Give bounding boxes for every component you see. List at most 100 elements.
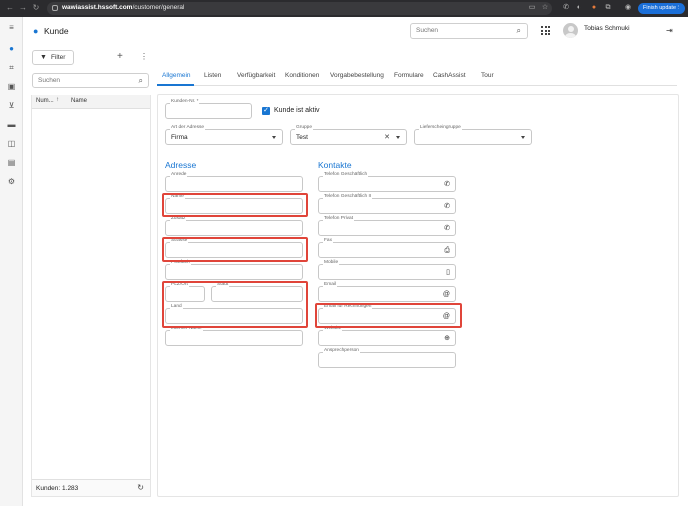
scan-icon[interactable]: ⌗	[6, 62, 17, 73]
tab-listen[interactable]: Listen	[204, 72, 221, 79]
active-checkbox[interactable]: ✓	[262, 107, 270, 115]
tab-tour[interactable]: Tour	[481, 72, 494, 79]
cart-icon[interactable]: ⊻	[6, 100, 17, 111]
browser-toolbar: ← → ↻ wawiassist.hssoft.com/customer/gen…	[0, 0, 688, 17]
tab-konditionen[interactable]: Konditionen	[285, 72, 319, 79]
clear-icon[interactable]: ✕	[384, 133, 390, 142]
col-name-header[interactable]: Name	[71, 98, 87, 104]
profile-icon[interactable]: ◉	[624, 4, 632, 12]
filter-icon: ▼	[40, 54, 47, 61]
chevron-down-icon[interactable]	[396, 136, 400, 139]
list-search-input[interactable]	[38, 77, 128, 84]
tab-vorgabebestellung[interactable]: Vorgabebestellung	[330, 72, 384, 79]
customer-number-field[interactable]: Kunden-Nr. *	[165, 99, 252, 119]
book-icon[interactable]: ◫	[6, 138, 17, 149]
email-field[interactable]: Email @	[318, 282, 456, 302]
reload-icon[interactable]: ↻	[31, 3, 41, 13]
internal-name-field[interactable]: Interner Name	[165, 326, 303, 346]
refresh-icon[interactable]: ↻	[137, 483, 144, 492]
globe-icon: ⊕	[444, 335, 450, 342]
more-options-icon[interactable]: ⋮	[140, 52, 148, 62]
gear-icon[interactable]: ⚙	[6, 176, 17, 187]
address-section-title: Adresse	[165, 160, 197, 170]
chevron-down-icon[interactable]	[521, 136, 525, 139]
address-type-select[interactable]: Art der Adresse Firma	[165, 125, 283, 145]
filter-button[interactable]: ▼ Filter	[32, 50, 74, 65]
website-label: Website	[323, 326, 343, 332]
extension-icon[interactable]: ◐	[575, 4, 583, 12]
nav-rail: ≡ ● ⌗ ▣ ⊻ ▬ ◫ ▤ ⚙	[0, 17, 23, 506]
finish-update-button[interactable]: Finish update ⋮	[638, 3, 685, 14]
contact-person-label: Ansprechperson	[323, 348, 360, 354]
filter-label: Filter	[51, 54, 66, 61]
group-value: Test	[296, 134, 308, 141]
zip-field[interactable]: PLZ/Ort	[165, 282, 205, 302]
delivery-group-label: Lieferscheingruppe	[419, 125, 462, 131]
col-number-header[interactable]: Num...	[36, 98, 54, 104]
forward-icon[interactable]: →	[18, 3, 28, 13]
global-search-input[interactable]	[416, 27, 506, 34]
back-icon[interactable]: ←	[5, 3, 15, 13]
menu-icon[interactable]: ≡	[6, 22, 17, 33]
email-invoices-field[interactable]: Email für Rechnungen @	[318, 304, 456, 324]
street-field[interactable]: Strasse	[165, 238, 303, 258]
truck-icon[interactable]: ▬	[6, 119, 17, 130]
cast-icon[interactable]: ▭	[528, 4, 536, 12]
email-invoices-label: Email für Rechnungen	[323, 304, 373, 310]
address-bar[interactable]: wawiassist.hssoft.com/customer/general	[47, 2, 552, 15]
logout-icon[interactable]: ⇥	[666, 26, 673, 35]
phone-business-field[interactable]: Telefon Geschäftlich ✆	[318, 172, 456, 192]
more-vert-icon[interactable]: ⋮	[676, 3, 682, 14]
phone-extension-icon[interactable]: ✆	[562, 4, 570, 12]
box-icon[interactable]: ▣	[6, 81, 17, 92]
sort-arrow-up-icon[interactable]: ↑	[56, 97, 59, 103]
delivery-group-select[interactable]: Lieferscheingruppe	[414, 125, 532, 145]
add-customer-icon[interactable]: +	[117, 52, 123, 62]
phone-private-label: Telefon Privat	[323, 216, 355, 222]
tab-allgemein[interactable]: Allgemein	[162, 72, 191, 79]
extension-fox-icon[interactable]: ●	[590, 4, 598, 12]
zip-label: PLZ/Ort	[170, 282, 189, 288]
search-icon[interactable]: ⌕	[517, 26, 521, 36]
customer-count: Kunden: 1.283	[36, 485, 79, 492]
po-box-label: Postfach	[170, 260, 191, 266]
fax-label: Fax	[323, 238, 333, 244]
tab-cashassist[interactable]: CashAssist	[433, 72, 466, 79]
global-search[interactable]: ⌕	[410, 23, 528, 39]
tab-indicator	[157, 84, 194, 86]
phone-private-field[interactable]: Telefon Privat ✆	[318, 216, 456, 236]
group-select[interactable]: Gruppe Test ✕	[290, 125, 407, 145]
clipboard-icon[interactable]: ▤	[6, 157, 17, 168]
salutation-label: Anrede	[170, 172, 188, 178]
avatar[interactable]	[563, 23, 578, 38]
po-box-field[interactable]: Postfach	[165, 260, 303, 280]
site-info-icon[interactable]	[52, 5, 58, 11]
finish-update-label: Finish update	[643, 5, 677, 11]
list-search[interactable]: ⌕	[32, 73, 149, 88]
mobile-label: Mobile	[323, 260, 340, 266]
person-icon: ●	[33, 26, 39, 36]
name-field[interactable]: Name	[165, 194, 303, 214]
city-field[interactable]: Stadt	[211, 282, 303, 302]
user-name: Tobias Schmuki	[584, 25, 630, 32]
contact-person-field[interactable]: Ansprechperson	[318, 348, 456, 368]
search-icon[interactable]: ⌕	[139, 76, 143, 86]
salutation-field[interactable]: Anrede	[165, 172, 303, 192]
mobile-field[interactable]: Mobile ▯	[318, 260, 456, 280]
apps-grid-icon[interactable]	[541, 26, 550, 35]
bookmark-star-icon[interactable]: ☆	[541, 4, 549, 12]
phone-business2-field[interactable]: Telefon Geschäftlich II ✆	[318, 194, 456, 214]
chevron-down-icon[interactable]	[272, 136, 276, 139]
tab-verfuegbarkeit[interactable]: Verfügbarkeit	[237, 72, 275, 79]
extensions-puzzle-icon[interactable]: ⧉	[604, 4, 612, 12]
group-label: Gruppe	[295, 125, 313, 131]
name-label: Name	[170, 194, 185, 200]
addition-field[interactable]: Zusatz	[165, 216, 303, 236]
fax-field[interactable]: Fax ⎙	[318, 238, 456, 258]
list-footer: Kunden: 1.283 ↻	[32, 479, 150, 496]
website-field[interactable]: Website ⊕	[318, 326, 456, 346]
country-field[interactable]: Land	[165, 304, 303, 324]
city-label: Stadt	[216, 282, 230, 288]
tab-formulare[interactable]: Formulare	[394, 72, 424, 79]
customer-person-icon[interactable]: ●	[6, 43, 17, 54]
